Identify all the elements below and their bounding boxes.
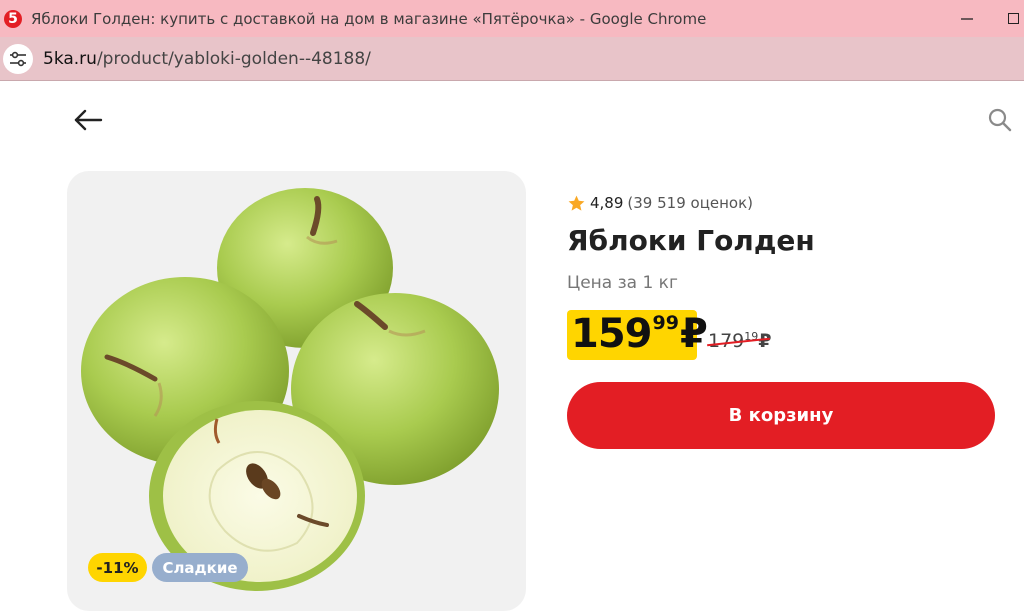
discount-badge: -11% — [88, 553, 147, 582]
maximize-button[interactable] — [990, 0, 1024, 37]
currency-sign: ₽ — [679, 311, 708, 357]
add-to-cart-button[interactable]: В корзину — [567, 382, 995, 449]
old-currency-sign: ₽ — [758, 330, 772, 352]
maximize-icon — [1007, 13, 1019, 24]
site-settings-button[interactable] — [3, 43, 33, 74]
product-title: Яблоки Голден — [567, 224, 815, 257]
product-image[interactable] — [67, 171, 526, 611]
price-unit: Цена за 1 кг — [567, 273, 678, 293]
rating-value: 4,89 — [590, 194, 624, 212]
star-icon — [568, 195, 585, 211]
price-rubles: 159 — [571, 311, 652, 357]
apples-image — [81, 188, 499, 591]
address-bar[interactable]: 5ka.ru/product/yabloki-golden--48188/ — [0, 37, 1024, 81]
browser-titlebar: 5 Яблоки Голден: купить с доставкой на д… — [0, 0, 1024, 37]
old-price: 179 19 ₽ — [707, 330, 772, 352]
rating-count: (39 519 оценок) — [627, 194, 754, 212]
url-text[interactable]: 5ka.ru/product/yabloki-golden--48188/ — [43, 49, 371, 69]
arrow-left-icon — [74, 109, 103, 131]
search-icon — [988, 108, 1012, 132]
price-kopecks: 99 — [652, 312, 679, 334]
sweet-tag-badge[interactable]: Сладкие — [152, 553, 248, 582]
search-button[interactable] — [984, 104, 1016, 136]
favicon-icon: 5 — [4, 9, 22, 28]
window-title: Яблоки Голден: купить с доставкой на дом… — [31, 9, 707, 28]
minimize-button[interactable] — [944, 0, 990, 37]
url-host: 5ka.ru — [43, 48, 97, 69]
url-path: /product/yabloki-golden--48188/ — [96, 48, 371, 69]
back-button[interactable] — [70, 102, 106, 138]
rating[interactable]: 4,89 (39 519 оценок) — [567, 192, 753, 214]
tune-icon — [10, 51, 26, 66]
current-price: 159 99 ₽ — [567, 310, 708, 360]
minimize-icon — [961, 17, 973, 20]
